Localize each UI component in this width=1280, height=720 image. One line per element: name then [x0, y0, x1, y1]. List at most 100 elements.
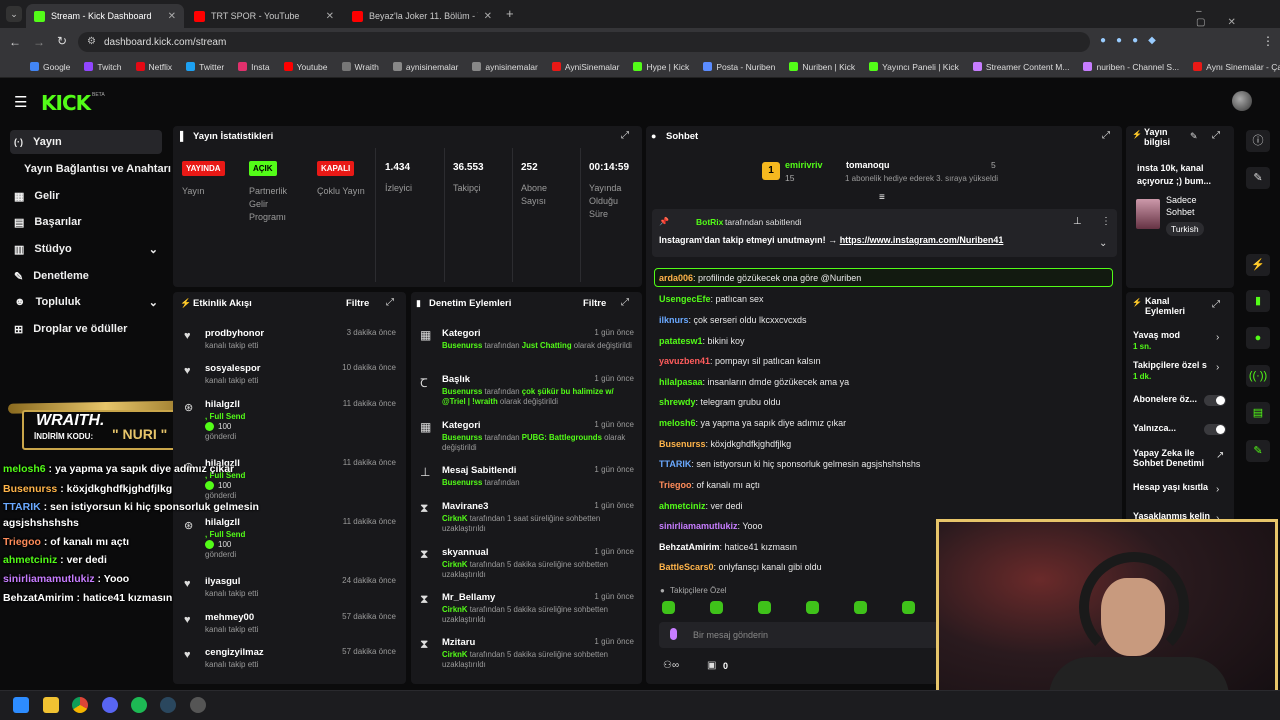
action-actor[interactable]: CirknK — [442, 514, 468, 523]
event-user[interactable]: hilalgzll — [205, 399, 240, 410]
action-actor[interactable]: CirknK — [442, 650, 468, 659]
spotify-icon[interactable] — [131, 697, 147, 713]
bookmark-item[interactable]: Posta - Nuriben — [703, 62, 775, 72]
sidebar-item-studyo[interactable]: ▥ Stüdyo ⌄ — [10, 237, 162, 261]
window-controls[interactable]: –▢✕ — [1196, 6, 1280, 28]
info-icon[interactable]: ⓘ — [1246, 130, 1270, 152]
chat-username[interactable]: TTARIK — [659, 459, 691, 469]
chat-username[interactable]: hilalpasaa — [659, 377, 703, 387]
chat-username[interactable]: arda006 — [659, 273, 693, 283]
windows-start-icon[interactable] — [13, 697, 29, 713]
pencil-icon[interactable]: ✎ — [1246, 167, 1270, 189]
activity-filter-button[interactable]: Filtre — [346, 298, 369, 309]
bookmark-item[interactable]: Hype | Kick — [633, 62, 689, 72]
action-actor[interactable]: CirknK — [442, 605, 468, 614]
chrome-icon[interactable] — [72, 697, 88, 713]
expand-icon[interactable]: ⤢ — [1212, 130, 1220, 141]
hamburger-menu-icon[interactable]: ☰ — [14, 93, 27, 111]
bookmark-item[interactable]: AyniSinemalar — [551, 62, 619, 72]
chat-username[interactable]: UsengecEfe — [659, 294, 711, 304]
emote-icon[interactable] — [806, 601, 819, 614]
chat-username[interactable]: sinirliamamutlukiz — [659, 521, 738, 531]
chat-username[interactable]: Busenurss — [659, 439, 706, 449]
file-explorer-icon[interactable] — [43, 697, 59, 713]
forward-icon[interactable]: → — [33, 35, 45, 49]
emote-icon[interactable] — [710, 601, 723, 614]
unpin-icon[interactable]: ⊥ — [1073, 216, 1082, 227]
lightning-rail-icon[interactable]: ⚡ — [1246, 254, 1270, 276]
bookmark-item[interactable]: Streamer Content M... — [972, 62, 1069, 72]
new-tab-button[interactable]: + — [506, 6, 514, 21]
expand-icon[interactable]: ⤢ — [1212, 299, 1220, 310]
bookmark-item[interactable]: Nuriben | Kick — [789, 62, 855, 72]
bookmark-item[interactable]: Twitch — [84, 62, 122, 72]
bookmark-item[interactable]: aynisinemalar — [392, 62, 458, 72]
close-icon[interactable]: ✕ — [484, 11, 492, 22]
bookmark-item[interactable]: Netflix — [135, 62, 172, 72]
chat-username[interactable]: yavuzben41 — [659, 356, 710, 366]
event-user[interactable]: hilalgzll — [205, 517, 240, 528]
event-user[interactable]: cengizyilmaz — [205, 647, 264, 658]
sidebar-item-topluluk[interactable]: ☻ Topluluk ⌄ — [10, 290, 162, 314]
action-actor[interactable]: Busenurss — [442, 387, 482, 396]
bookmark-item[interactable]: Twitter — [186, 62, 224, 72]
chat-username[interactable]: BattleScars0 — [659, 562, 714, 572]
expand-icon[interactable]: ⤢ — [386, 297, 394, 308]
extension-icons[interactable]: ●●●◆ — [1100, 35, 1166, 46]
bookmark-item[interactable]: aynisinemalar — [472, 62, 538, 72]
back-icon[interactable]: ← — [9, 35, 21, 49]
emote-icon[interactable] — [902, 601, 915, 614]
sidebar-item-stream-key[interactable]: Yayın Bağlantısı ve Anahtarı — [10, 157, 171, 181]
mic-icon[interactable] — [670, 628, 677, 640]
channel-action-item[interactable]: Yapay Zeka ile Sohbet Denetimi — [1133, 448, 1211, 468]
sidebar-item-droplar[interactable]: ⊞ Droplar ve ödüller — [10, 317, 162, 341]
steam-icon[interactable] — [160, 697, 176, 713]
toggle-switch[interactable] — [1204, 424, 1226, 435]
chat-username[interactable]: melosh6 — [659, 418, 696, 428]
tab-search-icon[interactable]: ⌄ — [6, 6, 22, 22]
site-info-icon[interactable]: ⚙ — [87, 36, 96, 47]
chat-username[interactable]: BehzatAmirim — [659, 542, 720, 552]
channel-action-item[interactable]: Yalnızca... — [1133, 423, 1211, 433]
event-user[interactable]: ilyasgul — [205, 576, 240, 587]
print-rail-icon[interactable]: ▤ — [1246, 402, 1270, 424]
channel-action-item[interactable]: Abonelere öz... — [1133, 394, 1211, 404]
chevron-right-icon[interactable]: › — [1216, 484, 1219, 495]
action-actor[interactable]: Busenurss — [442, 341, 482, 350]
chevron-right-icon[interactable]: › — [1216, 362, 1219, 373]
chevron-right-icon[interactable]: › — [1216, 332, 1219, 343]
gift-box-icon[interactable]: ▣ — [707, 660, 716, 671]
channel-action-item[interactable]: Takipçilere özel s — [1133, 360, 1211, 370]
chat-username[interactable]: shrewdy — [659, 397, 696, 407]
chat-rail-icon[interactable]: ● — [1246, 327, 1270, 349]
broadcast-rail-icon[interactable]: ((·)) — [1246, 365, 1270, 387]
gift-user-2[interactable]: tomanoqu — [846, 160, 890, 170]
action-actor[interactable]: Busenurss — [442, 478, 482, 487]
moderation-filter-button[interactable]: Filtre — [583, 298, 606, 309]
document-rail-icon[interactable]: ▮ — [1246, 290, 1270, 312]
chevron-down-icon[interactable]: ⌄ — [149, 243, 158, 256]
emote-icon[interactable] — [758, 601, 771, 614]
sidebar-item-gelir[interactable]: ▦ Gelir — [10, 184, 162, 208]
sidebar-item-yayin[interactable]: (·) Yayın — [10, 130, 162, 154]
chat-username[interactable]: ilknurs — [659, 315, 689, 325]
reload-icon[interactable]: ↻ — [57, 34, 67, 48]
wrench-rail-icon[interactable]: ✎ — [1246, 440, 1270, 462]
channel-action-item[interactable]: Hesap yaşı kısıtla — [1133, 482, 1211, 492]
more-options-icon[interactable]: ⋮ — [1101, 216, 1111, 227]
sidebar-item-basarilar[interactable]: ▤ Başarılar — [10, 210, 162, 234]
external-link-icon[interactable]: ↗ — [1216, 450, 1224, 461]
user-avatar[interactable] — [1232, 91, 1252, 111]
close-icon[interactable]: ✕ — [168, 11, 176, 22]
close-icon[interactable]: ✕ — [326, 11, 334, 22]
expand-icon[interactable]: ⤢ — [1102, 130, 1110, 141]
chat-username[interactable]: ahmetciniz — [659, 501, 706, 511]
expand-icon[interactable]: ⤢ — [621, 297, 629, 308]
bookmark-item[interactable]: Wraith — [341, 62, 379, 72]
tab-trt-spor[interactable]: TRT SPOR - YouTube ✕ — [186, 4, 342, 28]
users-icon[interactable]: ⚇∞ — [663, 660, 679, 671]
bookmark-item[interactable]: nuriben - Channel S... — [1083, 62, 1179, 72]
url-input[interactable]: ⚙ dashboard.kick.com/stream — [78, 32, 1090, 52]
pinned-by-user[interactable]: BotRix — [696, 217, 723, 227]
menu-icon[interactable]: ⋮ — [1262, 34, 1274, 48]
